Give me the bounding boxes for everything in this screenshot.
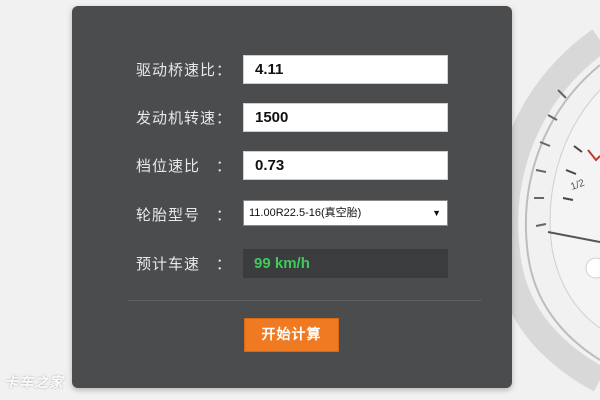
estimated-speed-label: 预计车速： — [136, 255, 233, 273]
start-calculation-button[interactable]: 开始计算 — [244, 318, 339, 352]
gauge-half-mark: 1/2 — [569, 178, 586, 193]
engine-rpm-row: 发动机转速： — [72, 103, 512, 133]
tire-model-selected-value: 11.00R22.5-16(真空胎) — [249, 207, 362, 219]
estimated-speed-row: 预计车速： 99 km/h — [72, 249, 512, 279]
axle-ratio-label: 驱动桥速比： — [136, 61, 233, 79]
divider — [128, 300, 482, 301]
engine-rpm-input[interactable] — [243, 103, 448, 132]
gear-ratio-input[interactable] — [243, 151, 448, 180]
gear-ratio-row: 档位速比： — [72, 151, 512, 181]
tire-model-row: 轮胎型号： 11.00R22.5-16(真空胎) ▼ — [72, 200, 512, 230]
tire-model-label: 轮胎型号： — [136, 206, 233, 224]
speed-calculator-panel: 驱动桥速比： 发动机转速： 档位速比： 轮胎型号： 11.00R22.5-16(… — [72, 6, 512, 388]
axle-ratio-input[interactable] — [243, 55, 448, 84]
tire-model-select[interactable]: 11.00R22.5-16(真空胎) ▼ — [243, 200, 448, 226]
gear-ratio-label: 档位速比： — [136, 157, 233, 175]
axle-ratio-row: 驱动桥速比： — [72, 55, 512, 85]
dropdown-arrow-icon: ▼ — [432, 208, 441, 218]
watermark-logo: 卡车之家 — [4, 375, 64, 391]
estimated-speed-value: 99 km/h — [243, 249, 448, 278]
engine-rpm-label: 发动机转速： — [136, 109, 233, 127]
